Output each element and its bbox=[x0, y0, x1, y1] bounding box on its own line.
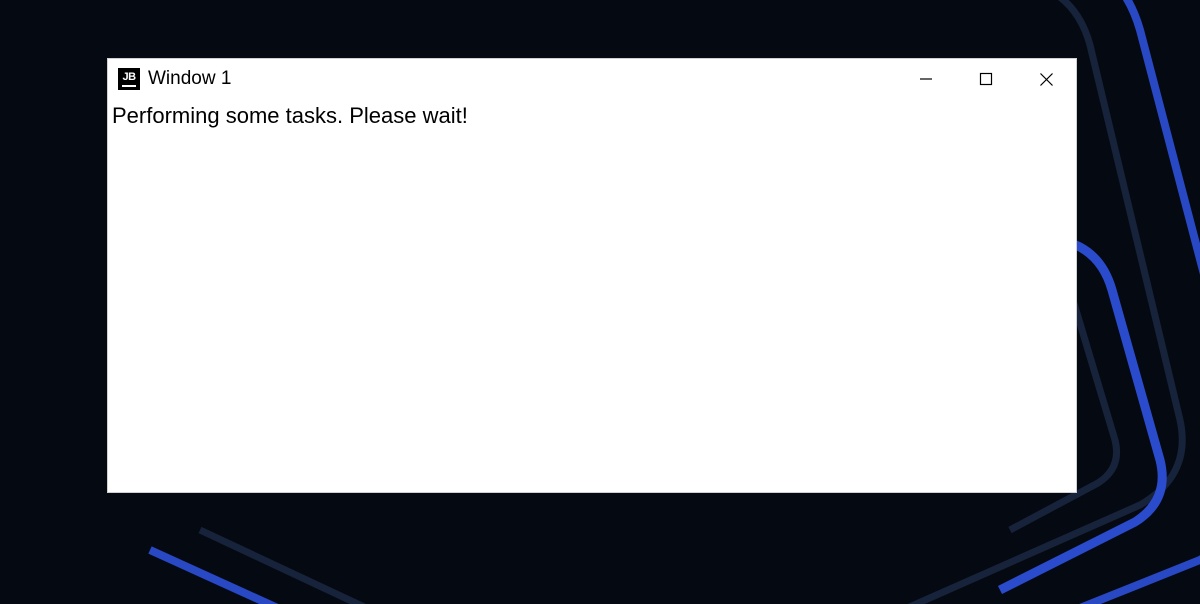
app-icon-text: JB bbox=[122, 71, 135, 83]
titlebar-left: JB Window 1 bbox=[108, 68, 231, 90]
maximize-icon bbox=[979, 72, 993, 86]
minimize-icon bbox=[919, 72, 933, 86]
maximize-button[interactable] bbox=[956, 59, 1016, 99]
titlebar[interactable]: JB Window 1 bbox=[108, 59, 1076, 99]
close-button[interactable] bbox=[1016, 59, 1076, 99]
app-icon: JB bbox=[118, 68, 140, 90]
close-icon bbox=[1039, 72, 1054, 87]
window-title: Window 1 bbox=[148, 68, 231, 90]
minimize-button[interactable] bbox=[896, 59, 956, 99]
application-window: JB Window 1 bbox=[107, 58, 1077, 493]
window-content: Performing some tasks. Please wait! bbox=[108, 99, 1076, 133]
window-controls bbox=[896, 59, 1076, 99]
status-text: Performing some tasks. Please wait! bbox=[112, 103, 1072, 129]
